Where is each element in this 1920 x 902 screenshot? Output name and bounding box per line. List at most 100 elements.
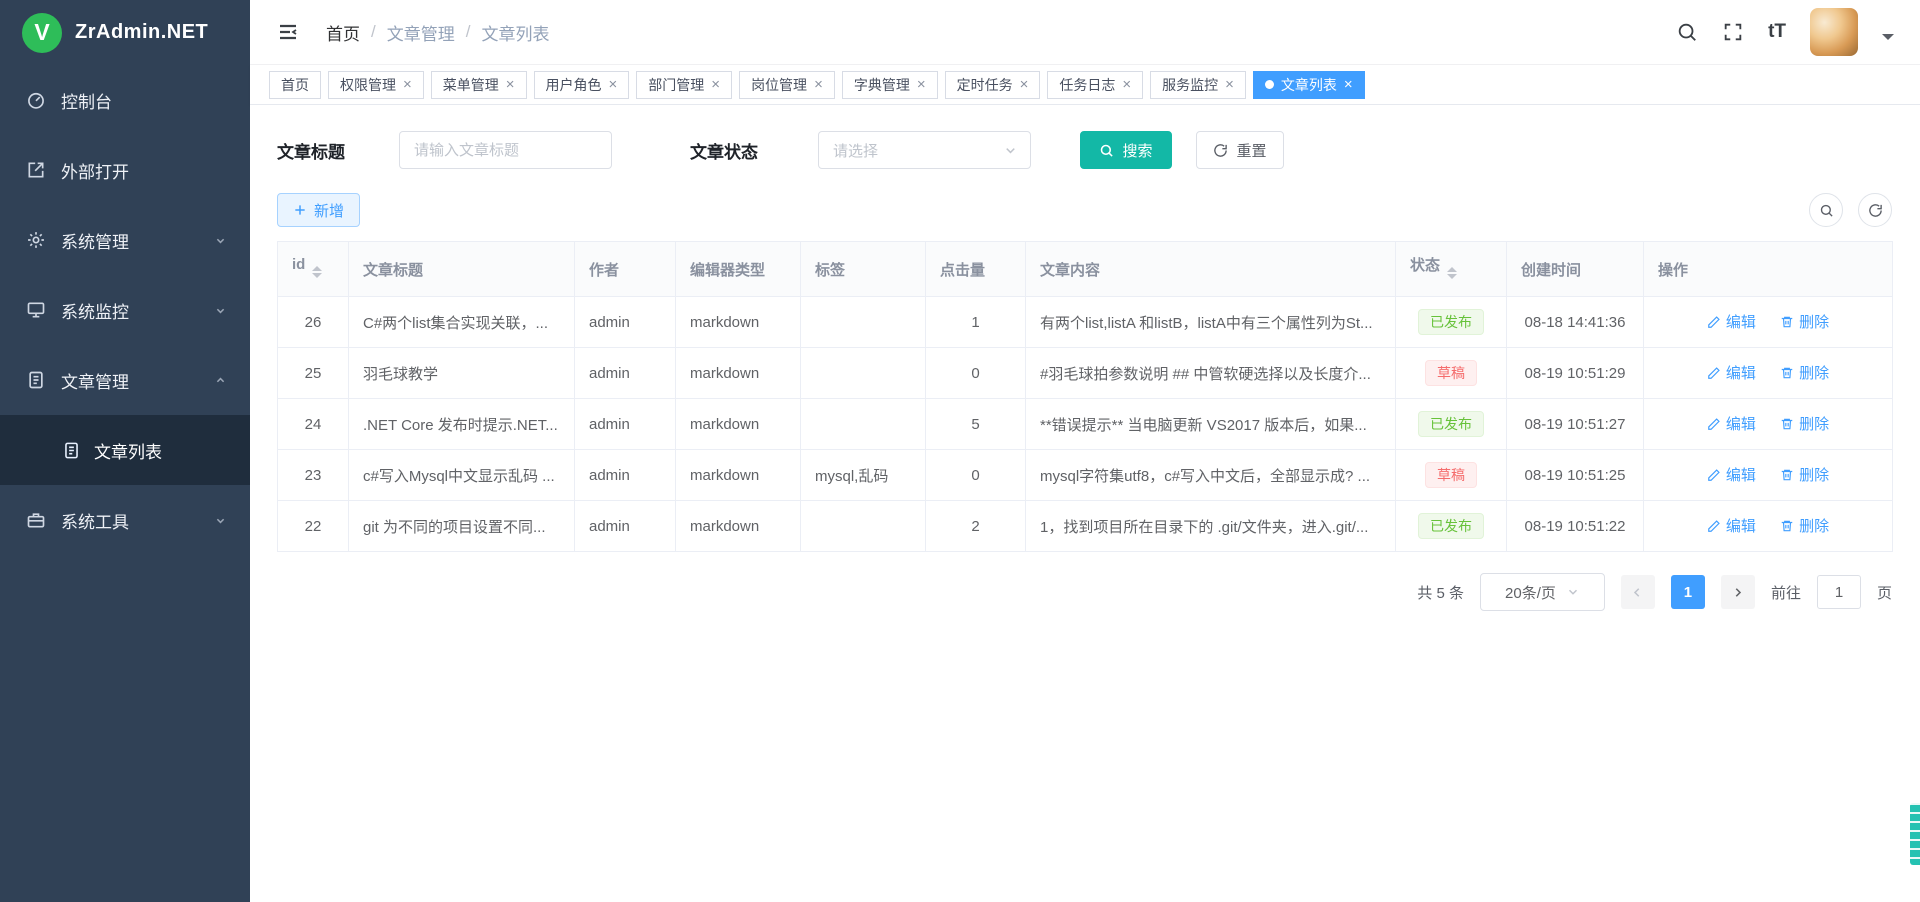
tab-menu-management[interactable]: 菜单管理× [431,71,527,99]
pencil-icon [1707,366,1721,380]
delete-button[interactable]: 删除 [1780,515,1829,536]
toolbox-icon [26,510,46,530]
sidebar-subitem-article-list[interactable]: 文章列表 [0,415,250,485]
status-badge: 已发布 [1418,513,1484,539]
sidebar-item-dashboard[interactable]: 控制台 [0,65,250,135]
chevron-down-icon [1003,143,1018,158]
collapse-sidebar-icon[interactable] [276,20,300,44]
toggle-search-button[interactable] [1809,193,1843,227]
font-size-icon[interactable]: tT [1768,21,1786,43]
tab-article-list-active[interactable]: 文章列表× [1253,71,1365,99]
reset-button[interactable]: 重置 [1196,131,1284,169]
close-icon[interactable]: × [711,77,720,92]
cell-actions: 编辑 删除 [1644,348,1893,399]
sidebar-item-external-open[interactable]: 外部打开 [0,135,250,205]
user-menu-caret-icon[interactable] [1882,34,1894,46]
tab-task-log[interactable]: 任务日志 × [1047,71,1143,99]
fullscreen-icon[interactable] [1722,21,1744,43]
user-avatar[interactable] [1810,8,1858,56]
delete-label: 删除 [1799,362,1829,383]
refresh-table-button[interactable] [1858,193,1892,227]
tab-label: 权限管理 [340,75,396,95]
article-status-select[interactable]: 请选择 [818,131,1031,169]
topbar: 首页 / 文章管理 / 文章列表 tT [250,0,1920,65]
current-page-button[interactable]: 1 [1671,575,1705,609]
close-icon[interactable]: × [403,77,412,92]
app-title: ZrAdmin.NET [75,21,208,44]
cell-actions: 编辑 删除 [1644,399,1893,450]
sidebar-item-system-monitor[interactable]: 系统监控 [0,275,250,345]
cell-title: C#两个list集合实现关联，... [349,297,575,348]
edit-button[interactable]: 编辑 [1707,362,1756,383]
cell-created: 08-19 10:51:29 [1507,348,1644,399]
tab-scheduled-tasks[interactable]: 定时任务× [945,71,1041,99]
cell-tags [801,297,926,348]
delete-button[interactable]: 删除 [1780,311,1829,332]
tab-label: 任务日志 [1059,75,1115,95]
breadcrumb: 首页 / 文章管理 / 文章列表 [326,20,549,45]
cell-id: 24 [278,399,349,450]
close-icon[interactable]: × [917,77,926,92]
trash-icon [1780,366,1794,380]
tab-home[interactable]: 首页 [269,71,321,99]
article-title-label: 文章标题 [277,138,345,163]
tab-dict-management[interactable]: 字典管理× [842,71,938,99]
close-icon[interactable]: × [1020,77,1029,92]
tab-label: 服务监控 [1162,75,1218,95]
total-count: 共 5 条 [1417,582,1464,603]
cell-hits: 1 [926,297,1026,348]
column-header-id[interactable]: id [278,242,349,297]
column-header-content: 文章内容 [1026,242,1396,297]
close-icon[interactable]: × [506,77,515,92]
article-title-input[interactable] [399,131,612,169]
tab-department-management[interactable]: 部门管理× [636,71,732,99]
cell-title: 羽毛球教学 [349,348,575,399]
add-button[interactable]: 新增 [277,193,360,227]
column-header-status[interactable]: 状态 [1396,242,1507,297]
sort-icon[interactable] [1447,262,1457,284]
table-row: 24 .NET Core 发布时提示.NET... admin markdown… [278,399,1893,450]
pencil-icon [1707,315,1721,329]
close-icon[interactable]: × [609,77,618,92]
column-header-title: 文章标题 [349,242,575,297]
sidebar-item-system-tools[interactable]: 系统工具 [0,485,250,555]
status-badge: 草稿 [1425,360,1477,386]
close-icon[interactable]: × [814,77,823,92]
search-button[interactable]: 搜索 [1080,131,1172,169]
delete-button[interactable]: 删除 [1780,464,1829,485]
floating-widget[interactable] [1910,803,1920,865]
page-size-select[interactable]: 20条/页 [1480,573,1605,611]
cell-id: 25 [278,348,349,399]
trash-icon [1780,417,1794,431]
edit-label: 编辑 [1726,413,1756,434]
delete-label: 删除 [1799,413,1829,434]
close-icon[interactable]: × [1225,77,1234,92]
sidebar-item-article-management[interactable]: 文章管理 [0,345,250,415]
edit-button[interactable]: 编辑 [1707,515,1756,536]
sort-icon[interactable] [312,261,322,283]
sidebar-item-system-management[interactable]: 系统管理 [0,205,250,275]
column-label: 点击量 [940,262,985,279]
chevron-down-icon [213,303,228,318]
delete-button[interactable]: 删除 [1780,362,1829,383]
chevron-down-icon [213,513,228,528]
close-icon[interactable]: × [1344,77,1353,92]
next-page-button[interactable] [1721,575,1755,609]
close-icon[interactable]: × [1122,77,1131,92]
tab-permission-management[interactable]: 权限管理 × [328,71,424,99]
edit-button[interactable]: 编辑 [1707,464,1756,485]
edit-button[interactable]: 编辑 [1707,311,1756,332]
prev-page-button[interactable] [1621,575,1655,609]
cell-content: #羽毛球拍参数说明 ## 中管软硬选择以及长度介... [1026,348,1396,399]
breadcrumb-home[interactable]: 首页 [326,20,360,45]
sidebar: V ZrAdmin.NET 控制台 外部打开 系统管理 系统监控 [0,0,250,902]
cell-id: 26 [278,297,349,348]
tab-service-monitor[interactable]: 服务监控 × [1150,71,1246,99]
edit-button[interactable]: 编辑 [1707,413,1756,434]
tab-user-role[interactable]: 用户角色× [534,71,630,99]
goto-page-input[interactable] [1817,575,1861,609]
tab-post-management[interactable]: 岗位管理× [739,71,835,99]
search-icon[interactable] [1676,21,1698,43]
delete-button[interactable]: 删除 [1780,413,1829,434]
breadcrumb-article-management[interactable]: 文章管理 [387,20,455,45]
